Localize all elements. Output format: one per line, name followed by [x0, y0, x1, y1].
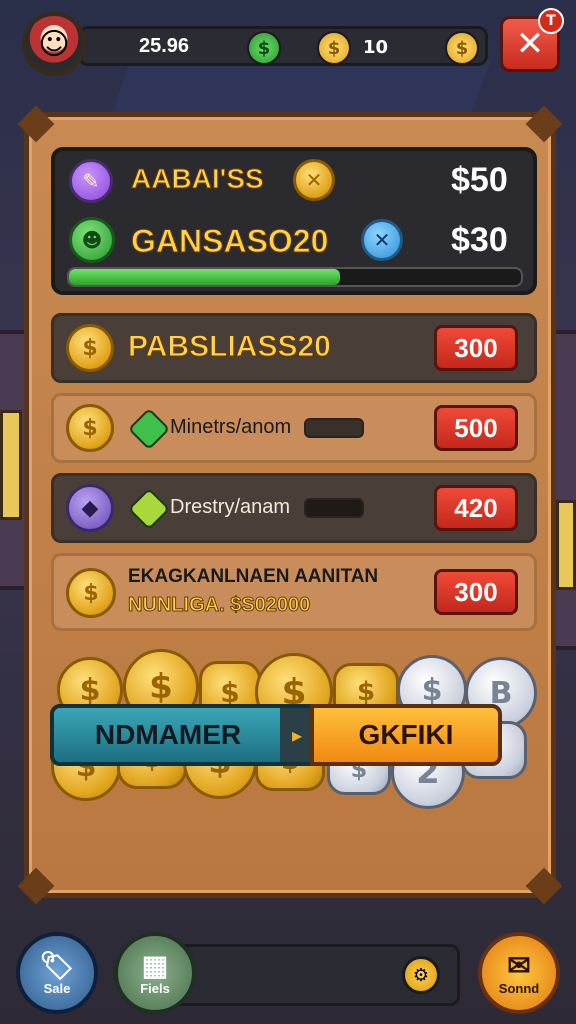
- offer-progress: [304, 418, 364, 438]
- lime-gem-icon: [127, 487, 171, 531]
- background-window-right: [556, 500, 576, 590]
- offer-title: EKAGKANLNAEN AANITAN: [128, 566, 379, 587]
- stat-value: $30: [451, 221, 508, 259]
- violet-emblem-icon: ◆: [66, 484, 114, 532]
- offer-row[interactable]: ◆ Drestry/anam 420: [51, 473, 537, 543]
- offer-title: PABSLIASS20: [128, 330, 332, 364]
- cash-icon[interactable]: $: [247, 31, 281, 65]
- offer-title: Minetrs/anom: [170, 416, 292, 438]
- stat-value: $50: [451, 161, 508, 199]
- buy-button[interactable]: 420: [434, 485, 518, 531]
- gems-value: 10: [363, 37, 389, 58]
- right-action-button[interactable]: GKFIKI: [310, 704, 502, 766]
- offer-row[interactable]: $ EKAGKANLNAEN AANITAN NUNLIGA. $S02000 …: [51, 553, 537, 631]
- envelope-icon: ✉: [507, 949, 531, 981]
- tag-icon: 🏷: [39, 949, 75, 981]
- green-face-icon: ☻: [69, 217, 115, 263]
- fields-label: Fiels: [140, 980, 170, 996]
- gold-coin-icon: $: [66, 404, 114, 452]
- stats-box: ✎ AABAI'SS ✕ $50 ☻ GANSASO20 ✕ $30: [51, 147, 537, 295]
- box-icon: ▦: [141, 949, 169, 981]
- gold-x-icon: ✕: [293, 159, 335, 201]
- player-avatar[interactable]: ☺: [22, 12, 86, 76]
- offer-subtitle: NUNLIGA. $S02000: [127, 594, 311, 617]
- shop-panel: ✎ AABAI'SS ✕ $50 ☻ GANSASO20 ✕ $30 $ PAB…: [17, 105, 563, 905]
- balance-value: 25.96: [139, 35, 190, 57]
- purple-ticket-icon: ✎: [69, 159, 113, 203]
- buy-button[interactable]: 300: [434, 569, 518, 615]
- offer-row[interactable]: $ PABSLIASS20 300: [51, 313, 537, 383]
- sale-label: Sale: [43, 980, 71, 996]
- fields-button[interactable]: ▦ Fiels: [114, 932, 196, 1014]
- buy-button[interactable]: 300: [434, 325, 518, 371]
- notification-badge: T: [538, 8, 564, 34]
- blue-x-icon: ✕: [361, 219, 403, 261]
- progress-bar: [67, 267, 523, 287]
- sale-button[interactable]: 🏷 Sale: [16, 932, 98, 1014]
- panel-corner: [17, 105, 55, 143]
- offer-progress: [304, 498, 364, 518]
- coin-icon[interactable]: $: [317, 31, 351, 65]
- panel-corner: [525, 867, 563, 905]
- panel-corner: [525, 105, 563, 143]
- resource-bar: 25.96 $ $ 10 $: [78, 26, 488, 66]
- offer-row[interactable]: $ Minetrs/anom 500: [51, 393, 537, 463]
- panel-corner: [17, 867, 55, 905]
- buy-button[interactable]: 500: [434, 405, 518, 451]
- add-coins-icon[interactable]: $: [445, 31, 479, 65]
- stat-label: AABAI'SS: [131, 163, 265, 195]
- gold-coin-icon: $: [66, 324, 114, 372]
- offer-title: Drestry/anam: [170, 496, 291, 518]
- gear-icon[interactable]: ⚙: [402, 956, 440, 994]
- stat-label: GANSASO20: [130, 223, 329, 260]
- sound-label: Sonnd: [498, 980, 540, 996]
- swap-arrow-icon: ▸: [280, 704, 314, 766]
- gold-coin-icon: $: [66, 568, 116, 618]
- progress-fill: [69, 269, 341, 285]
- green-gem-icon: [127, 407, 171, 451]
- left-action-button[interactable]: NDMAMER: [50, 704, 286, 766]
- sound-button[interactable]: ✉ Sonnd: [478, 932, 560, 1014]
- background-roof: [109, 60, 491, 120]
- background-window-left: [0, 410, 22, 520]
